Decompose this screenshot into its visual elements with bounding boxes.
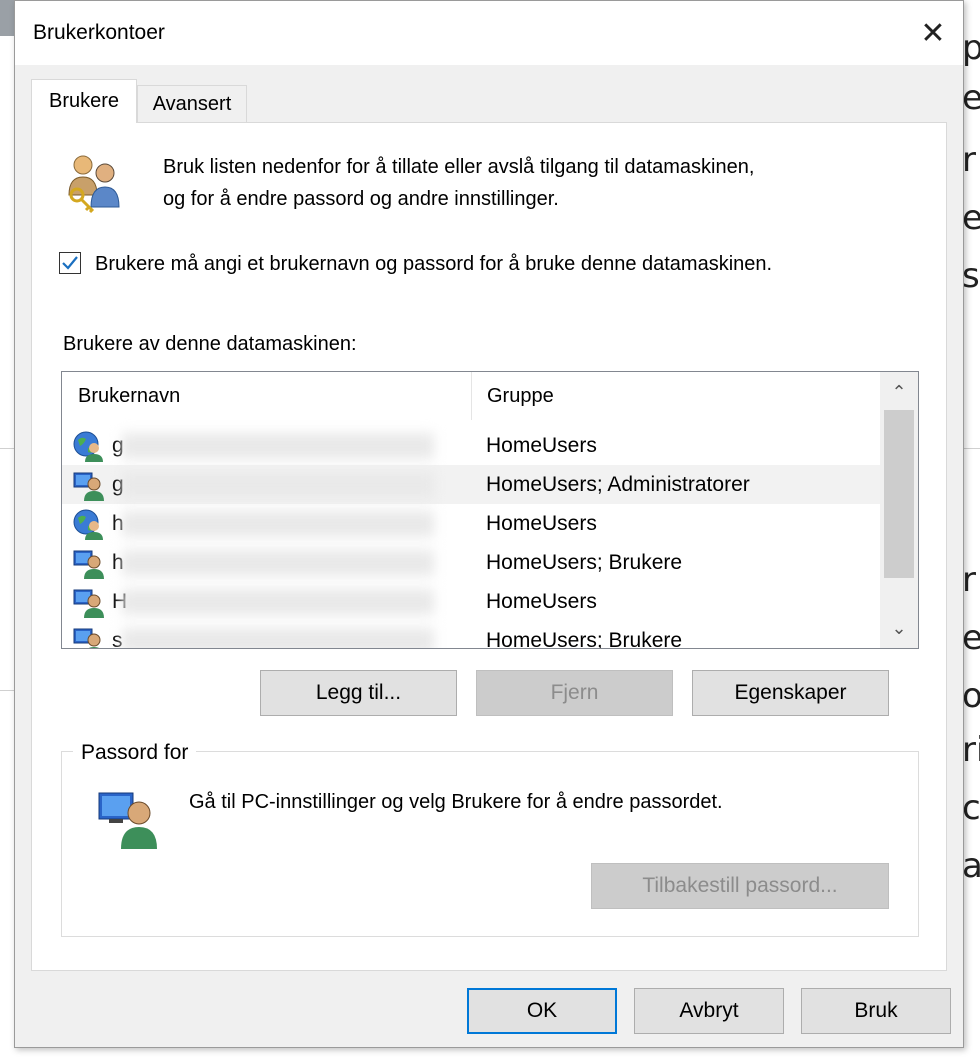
cancel-button[interactable]: Avbryt xyxy=(634,988,784,1034)
redacted-name xyxy=(122,628,434,648)
dialog-title: Brukerkontoer xyxy=(33,21,165,44)
table-row[interactable]: h HomeUsers; Brukere xyxy=(62,543,880,582)
reset-password-button[interactable]: Tilbakestill passord... xyxy=(591,863,889,909)
password-groupbox xyxy=(61,751,919,937)
bg-text: r xyxy=(962,560,976,600)
close-icon[interactable]: ✕ xyxy=(913,13,953,53)
intro-line-1: Bruk listen nedenfor for å tillate eller… xyxy=(163,156,755,178)
bg-text: ri xyxy=(962,730,980,770)
title-bar: Brukerkontoer ✕ xyxy=(15,1,963,65)
bg-text: e xyxy=(962,618,980,658)
redacted-name xyxy=(122,472,434,498)
table-row[interactable]: H HomeUsers xyxy=(62,582,880,621)
table-row[interactable]: h HomeUsers xyxy=(62,504,880,543)
bg-text: r xyxy=(962,140,976,180)
bg-text: s xyxy=(962,256,980,296)
row-group: HomeUsers; Brukere xyxy=(486,551,683,574)
tab-advanced-label: Avansert xyxy=(152,93,232,115)
bg-text: e xyxy=(962,78,980,118)
users-list-label: Brukere av denne datamaskinen: xyxy=(63,333,357,355)
require-login-label[interactable]: Brukere må angi et brukernavn og passord… xyxy=(95,249,772,279)
table-row[interactable]: g HomeUsers xyxy=(62,426,880,465)
redacted-name xyxy=(122,550,434,576)
bg-text: o xyxy=(962,676,980,716)
row-group: HomeUsers; Administratorer xyxy=(486,473,750,496)
properties-button[interactable]: Egenskaper xyxy=(692,670,889,716)
tab-advanced[interactable]: Avansert xyxy=(137,85,247,123)
local-user-icon xyxy=(73,628,101,648)
password-user-icon xyxy=(98,792,157,849)
bg-text: p xyxy=(962,28,980,68)
add-user-button[interactable]: Legg til... xyxy=(260,670,457,716)
tab-users-label: Brukere xyxy=(48,90,120,112)
password-group-title: Passord for xyxy=(73,738,197,768)
password-info-text: Gå til PC-innstillinger og velg Brukere … xyxy=(189,791,723,813)
row-group: HomeUsers xyxy=(486,590,597,613)
table-row[interactable]: s HomeUsers; Brukere xyxy=(62,621,880,649)
bg-edge xyxy=(0,0,14,36)
remove-user-button[interactable]: Fjern xyxy=(476,670,673,716)
column-header-username[interactable]: Brukernavn xyxy=(62,372,471,420)
bg-text: c xyxy=(962,788,980,828)
row-group: HomeUsers; Brukere xyxy=(486,629,683,649)
bg-divider-left-2 xyxy=(0,690,14,691)
local-user-icon xyxy=(73,550,104,579)
local-user-icon xyxy=(73,472,104,501)
redacted-name xyxy=(122,433,434,459)
bg-divider-left xyxy=(0,448,14,449)
users-key-icon xyxy=(68,155,120,214)
users-listview[interactable]: Brukernavn Gruppe g HomeUsers g HomeUser… xyxy=(61,371,919,649)
bg-text: a xyxy=(962,846,980,886)
user-accounts-dialog: Brukerkontoer ✕ Brukere Avansert Bruk li… xyxy=(14,0,964,1048)
row-username: s xyxy=(112,629,123,649)
require-login-checkbox[interactable] xyxy=(59,252,81,274)
scroll-up-icon[interactable]: ⌃ xyxy=(880,374,918,410)
column-header-group[interactable]: Gruppe xyxy=(471,372,880,420)
bg-divider xyxy=(964,448,980,449)
redacted-name xyxy=(122,511,434,537)
globe-user-icon xyxy=(73,431,103,462)
row-group: HomeUsers xyxy=(486,512,597,535)
scroll-down-icon[interactable]: ⌄ xyxy=(880,610,918,646)
row-group: HomeUsers xyxy=(486,434,597,457)
ok-button[interactable]: OK xyxy=(467,988,617,1034)
tab-users[interactable]: Brukere xyxy=(31,79,137,123)
redacted-name xyxy=(122,589,434,615)
intro-line-2: og for å endre passord og andre innstill… xyxy=(163,188,559,210)
checkmark-icon xyxy=(62,256,78,270)
bg-text: e xyxy=(962,198,980,238)
scrollbar-thumb[interactable] xyxy=(884,410,914,578)
local-user-icon xyxy=(73,589,104,618)
table-row[interactable]: g HomeUsers; Administratorer xyxy=(62,465,880,504)
apply-button[interactable]: Bruk xyxy=(801,988,951,1034)
globe-user-icon xyxy=(73,509,103,540)
